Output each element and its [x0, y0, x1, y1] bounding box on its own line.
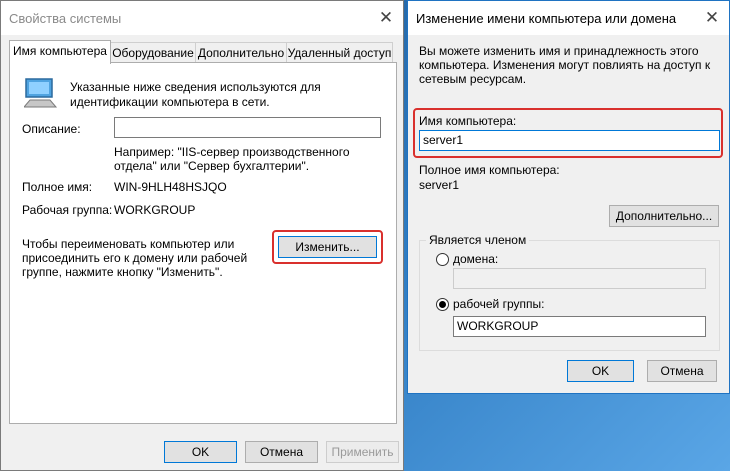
- rename-instructions: Чтобы переименовать компьютер или присое…: [22, 237, 248, 279]
- more-button[interactable]: Дополнительно...: [609, 205, 719, 227]
- info-text: Указанные ниже сведения используются для…: [70, 80, 321, 109]
- ok-button[interactable]: OK: [164, 441, 237, 463]
- domain-label: домена:: [453, 252, 499, 266]
- close-icon[interactable]: ✕: [369, 1, 403, 35]
- apply-button[interactable]: Применить: [326, 441, 399, 463]
- tab-hardware[interactable]: Оборудование: [110, 42, 196, 63]
- domain-input[interactable]: [453, 268, 706, 289]
- intro-text: Вы можете изменить имя и принадлежность …: [419, 44, 711, 86]
- workgroup-label: рабочей группы:: [453, 297, 545, 311]
- rename-computer-dialog: Изменение имени компьютера или домена ✕ …: [407, 0, 730, 394]
- system-properties-window: Свойства системы ✕ Имя компьютера Оборуд…: [0, 0, 404, 471]
- change-button[interactable]: Изменить...: [278, 236, 377, 258]
- dialog-title-bar: Изменение имени компьютера или домена ✕: [408, 1, 729, 35]
- ok-button[interactable]: OK: [567, 360, 634, 382]
- member-of-label: Является членом: [426, 233, 530, 247]
- full-name-value: server1: [419, 178, 460, 192]
- window-title: Свойства системы: [9, 11, 122, 26]
- full-name-label: Полное имя:: [22, 180, 93, 194]
- description-input[interactable]: [114, 117, 381, 138]
- workgroup-value: WORKGROUP: [114, 203, 196, 217]
- tab-computer-name[interactable]: Имя компьютера: [9, 40, 111, 64]
- example-text: Например: "IIS-сервер производственного …: [114, 145, 350, 173]
- computer-name-input[interactable]: server1: [419, 130, 720, 151]
- dialog-title: Изменение имени компьютера или домена: [416, 11, 677, 26]
- tab-advanced[interactable]: Дополнительно: [195, 42, 287, 63]
- workgroup-input[interactable]: WORKGROUP: [453, 316, 706, 337]
- full-name-label: Полное имя компьютера:: [419, 163, 560, 177]
- cancel-button[interactable]: Отмена: [245, 441, 318, 463]
- workgroup-radio[interactable]: [436, 298, 449, 311]
- tab-remote[interactable]: Удаленный доступ: [286, 42, 393, 63]
- close-icon[interactable]: ✕: [695, 1, 729, 35]
- description-label: Описание:: [22, 122, 81, 136]
- workgroup-label: Рабочая группа:: [22, 203, 113, 217]
- computer-icon: [24, 78, 58, 108]
- cancel-button[interactable]: Отмена: [647, 360, 717, 382]
- full-name-value: WIN-9HLH48HSJQO: [114, 180, 227, 194]
- title-bar: Свойства системы ✕: [1, 1, 403, 35]
- tab-panel: Указанные ниже сведения используются для…: [9, 62, 397, 424]
- domain-radio[interactable]: [436, 253, 449, 266]
- computer-name-label: Имя компьютера:: [419, 114, 517, 128]
